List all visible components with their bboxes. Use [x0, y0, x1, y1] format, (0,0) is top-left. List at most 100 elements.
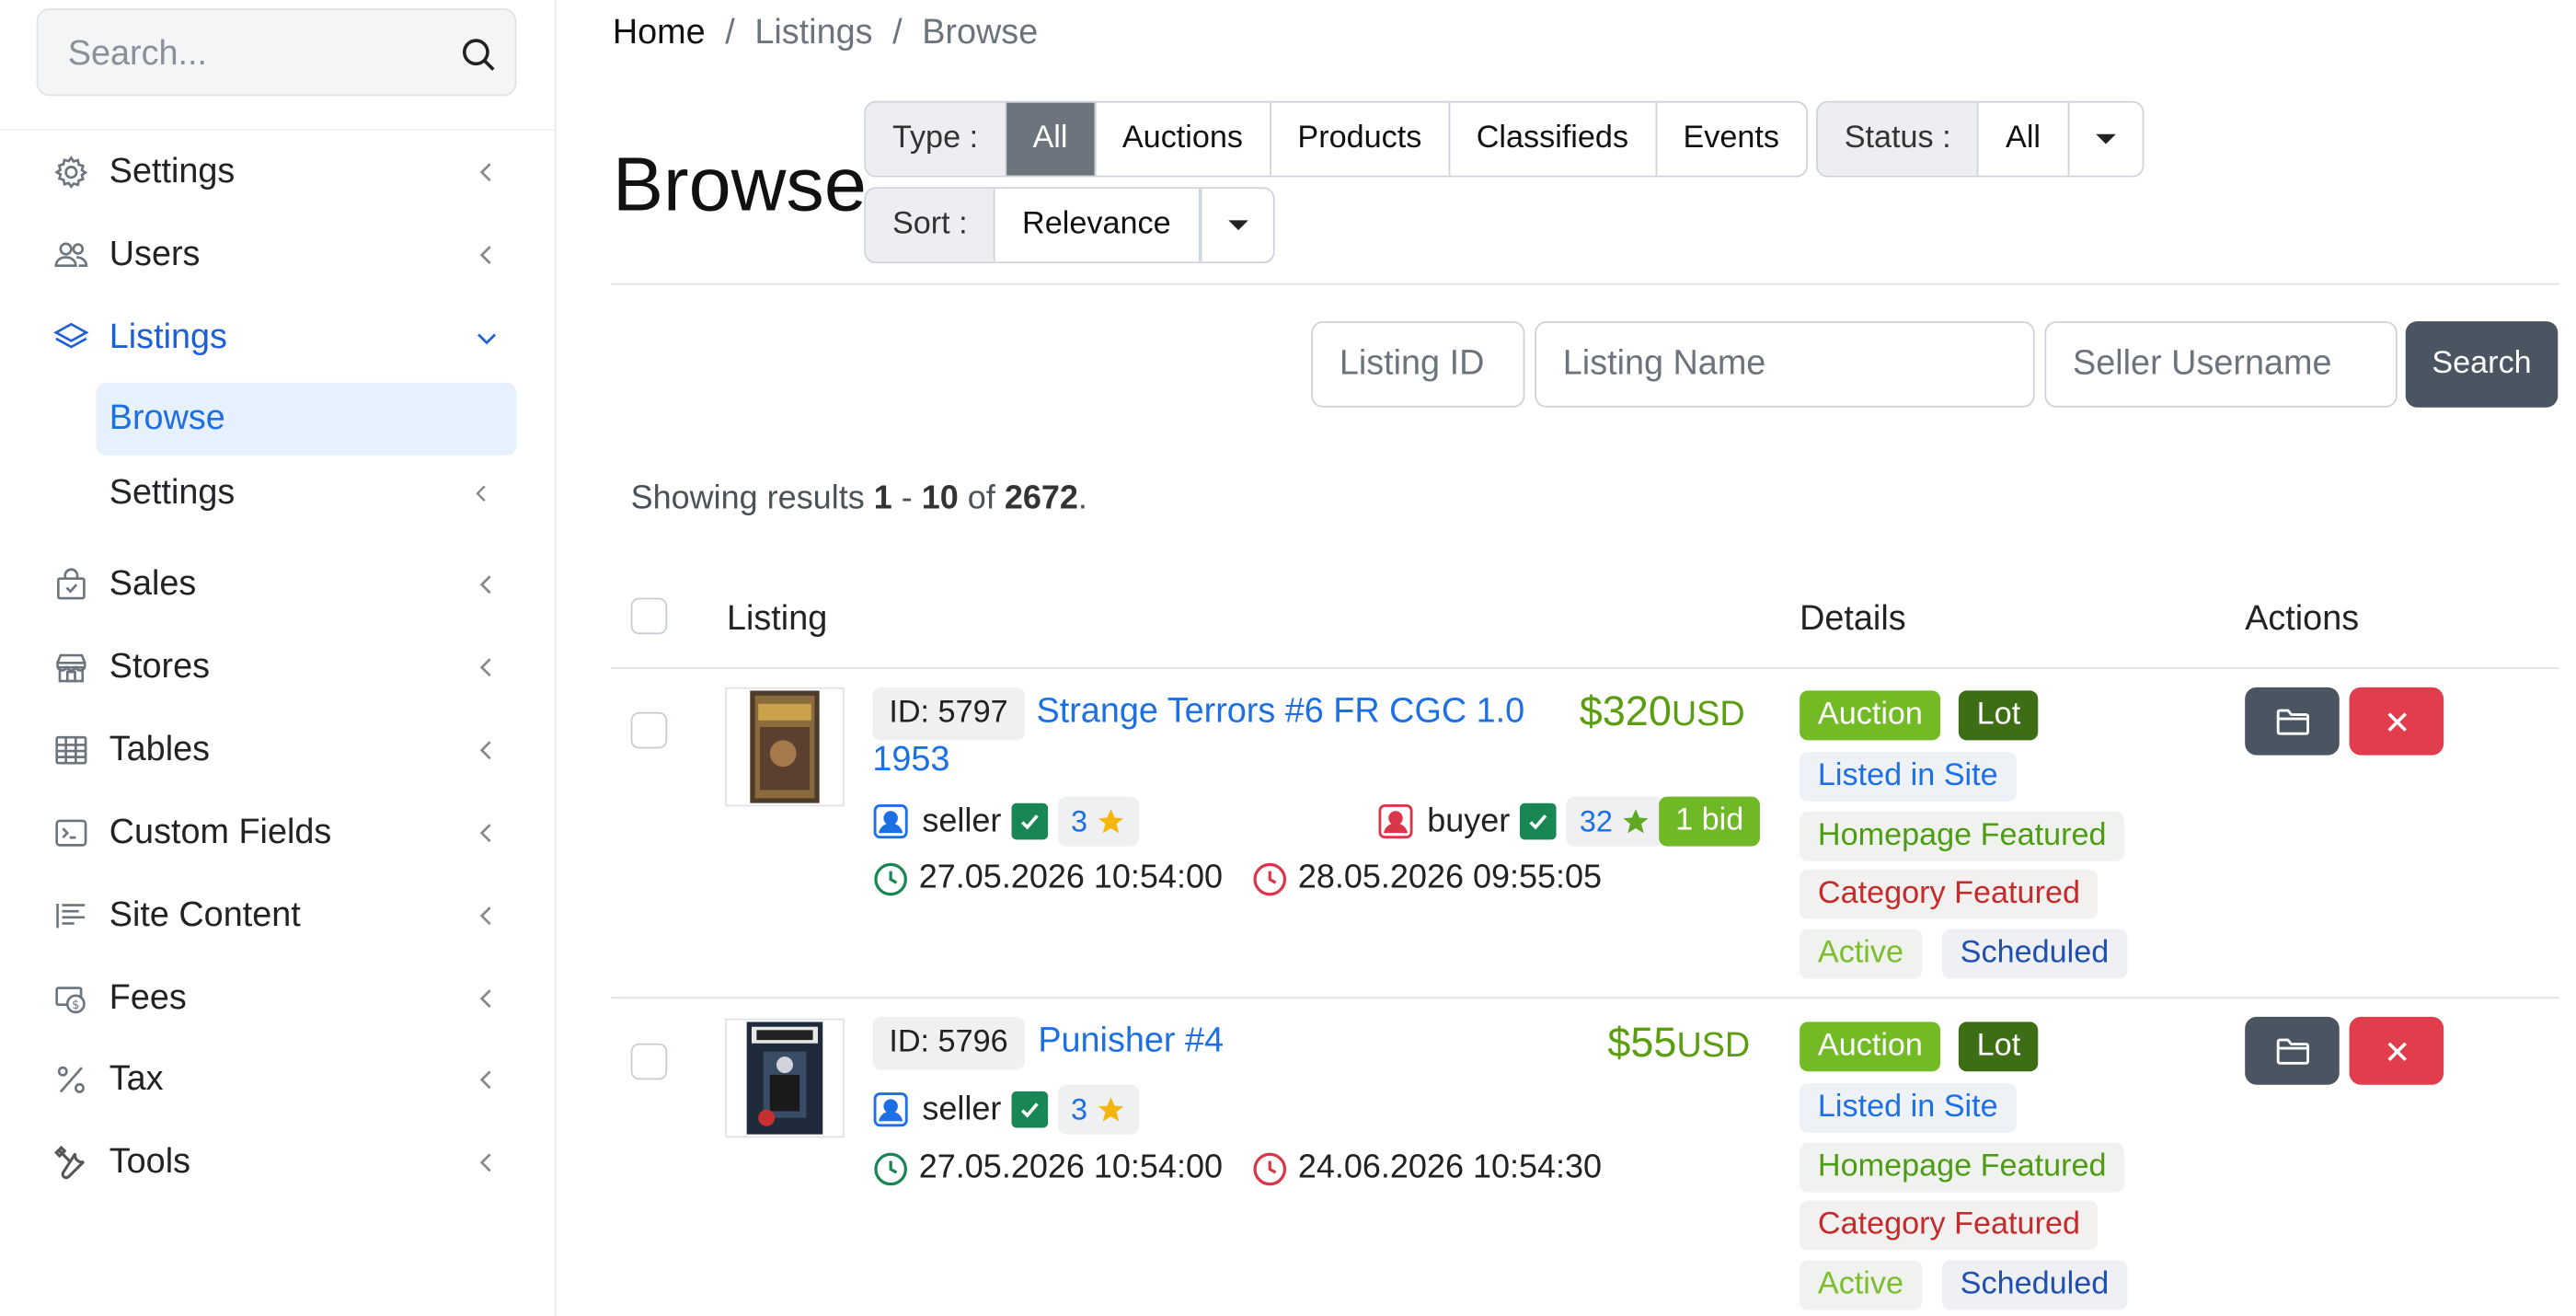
start-date: 27.05.2026 10:54:00	[872, 860, 1223, 897]
listing-thumbnail[interactable]	[725, 1018, 845, 1138]
user-badge-icon	[1378, 804, 1413, 839]
sort-filter-value[interactable]: Relevance	[995, 189, 1202, 262]
listing-price: $55USD	[1607, 1020, 1751, 1067]
buyer-info: buyer 32	[1377, 796, 1664, 847]
listing-name-input[interactable]: Listing Name	[1535, 321, 2035, 408]
listing-id-input[interactable]: Listing ID	[1311, 321, 1525, 408]
sidebar-item-fees[interactable]: $ Fees	[50, 965, 513, 1032]
type-filter-group: Type : All Auctions Products Classifieds…	[864, 100, 1808, 178]
listing-title-link[interactable]: Punisher #4	[1038, 1017, 1224, 1067]
tag-auction: Auction	[1800, 1022, 1941, 1072]
breadcrumb-browse: Browse	[922, 13, 1039, 52]
sidebar-item-settings[interactable]: Settings	[50, 139, 513, 205]
sort-dropdown-toggle[interactable]	[1201, 189, 1273, 262]
row-divider	[611, 997, 2560, 999]
bid-count-badge[interactable]: 1 bid	[1659, 796, 1761, 847]
column-header-listing[interactable]: Listing	[727, 599, 827, 639]
star-icon	[1098, 809, 1123, 834]
listing-id-badge: ID: 5796	[872, 1016, 1025, 1070]
listing-title-link-continued[interactable]: 1953	[872, 735, 949, 785]
chevron-left-icon	[479, 1070, 491, 1090]
seller-link[interactable]: seller	[922, 1091, 1001, 1128]
chevron-left-icon	[476, 485, 486, 502]
row-checkbox[interactable]	[630, 1043, 668, 1080]
sidebar-item-sales[interactable]: Sales	[50, 551, 513, 618]
tag-active: Active	[1800, 929, 1922, 979]
row-checkbox[interactable]	[630, 711, 668, 749]
column-header-details: Details	[1800, 599, 1906, 638]
buyer-link[interactable]: buyer	[1427, 802, 1510, 840]
sidebar-item-site-content[interactable]: Site Content	[50, 883, 513, 949]
user-badge-icon	[873, 804, 908, 839]
breadcrumb-home[interactable]: Home	[613, 13, 706, 52]
sidebar-search-input[interactable]: Search...	[36, 7, 517, 97]
seller-username-input[interactable]: Seller Username	[2044, 321, 2398, 408]
sidebar-item-stores[interactable]: Stores	[50, 634, 513, 700]
breadcrumb-listings[interactable]: Listings	[754, 13, 872, 52]
seller-rating[interactable]: 3	[1057, 796, 1139, 847]
folder-icon	[2275, 708, 2309, 734]
table-icon	[55, 735, 87, 765]
listing-thumbnail[interactable]	[725, 687, 845, 807]
delete-listing-button[interactable]	[2349, 1016, 2444, 1085]
breadcrumb: Home / Listings / Browse	[612, 13, 1039, 52]
sidebar-item-tables[interactable]: Tables	[50, 717, 513, 783]
verified-check-icon	[1520, 802, 1557, 840]
chevron-left-icon	[479, 824, 491, 843]
seller-info: seller 3	[872, 1084, 1139, 1135]
select-all-checkbox[interactable]	[630, 597, 668, 635]
sidebar-item-listings[interactable]: Listings	[50, 305, 513, 371]
chevron-left-icon	[479, 906, 491, 926]
divider	[611, 283, 2560, 285]
star-icon	[1098, 1097, 1123, 1122]
user-badge-icon	[873, 1092, 908, 1127]
buyer-rating[interactable]: 32	[1566, 796, 1664, 847]
open-listing-button[interactable]	[2245, 1016, 2340, 1085]
tag-listed-in-site: Listed in Site	[1800, 751, 2017, 802]
chevron-down-icon	[477, 333, 497, 345]
verified-check-icon	[1011, 1091, 1048, 1128]
sidebar-item-tax[interactable]: Tax	[50, 1046, 513, 1113]
end-date: 24.06.2026 10:54:30	[1251, 1149, 1602, 1187]
folder-icon	[2275, 1037, 2309, 1064]
tag-active: Active	[1800, 1260, 1922, 1310]
seller-link[interactable]: seller	[922, 802, 1001, 840]
tag-homepage-featured: Homepage Featured	[1800, 811, 2125, 861]
type-option-events[interactable]: Events	[1657, 103, 1806, 176]
listing-title-link[interactable]: Strange Terrors #6 FR CGC 1.0	[1037, 687, 1525, 737]
text-lines-icon	[56, 903, 86, 929]
seller-info: seller 3	[872, 796, 1139, 847]
start-date: 27.05.2026 10:54:00	[872, 1149, 1223, 1187]
sidebar-subitem-browse[interactable]: Browse	[96, 382, 517, 456]
clock-icon	[1253, 861, 1287, 895]
delete-listing-button[interactable]	[2349, 687, 2444, 756]
open-listing-button[interactable]	[2245, 687, 2340, 756]
type-option-classifieds[interactable]: Classifieds	[1450, 102, 1657, 176]
tag-scheduled: Scheduled	[1941, 1260, 2128, 1310]
status-dropdown-toggle[interactable]	[2069, 103, 2142, 176]
search-button[interactable]: Search	[2405, 321, 2559, 408]
status-filter-value[interactable]: All	[1979, 102, 2069, 176]
type-option-auctions[interactable]: Auctions	[1096, 102, 1271, 176]
chevron-left-icon	[479, 163, 491, 182]
type-option-products[interactable]: Products	[1271, 102, 1450, 176]
sort-filter-label: Sort :	[866, 189, 996, 262]
sidebar-item-users[interactable]: Users	[50, 222, 513, 288]
seller-rating[interactable]: 3	[1057, 1084, 1139, 1135]
sidebar-subitem-settings[interactable]: Settings	[96, 457, 516, 530]
clock-icon	[1253, 1151, 1287, 1185]
users-icon	[54, 242, 88, 267]
sidebar-item-custom-fields[interactable]: Custom Fields	[50, 800, 513, 866]
tools-icon	[54, 1145, 85, 1180]
sidebar-item-tools[interactable]: Tools	[50, 1129, 513, 1195]
svg-text:$: $	[72, 999, 79, 1012]
comic-cover-image	[746, 1022, 823, 1135]
type-filter-label: Type :	[866, 102, 1006, 176]
tag-category-featured: Category Featured	[1800, 1200, 2099, 1251]
chevron-left-icon	[479, 246, 491, 265]
tag-listed-in-site: Listed in Site	[1800, 1082, 2017, 1133]
search-icon[interactable]	[458, 35, 498, 75]
listing-id-badge: ID: 5797	[872, 687, 1025, 741]
close-icon	[2386, 711, 2407, 731]
type-option-all[interactable]: All	[1006, 102, 1097, 176]
